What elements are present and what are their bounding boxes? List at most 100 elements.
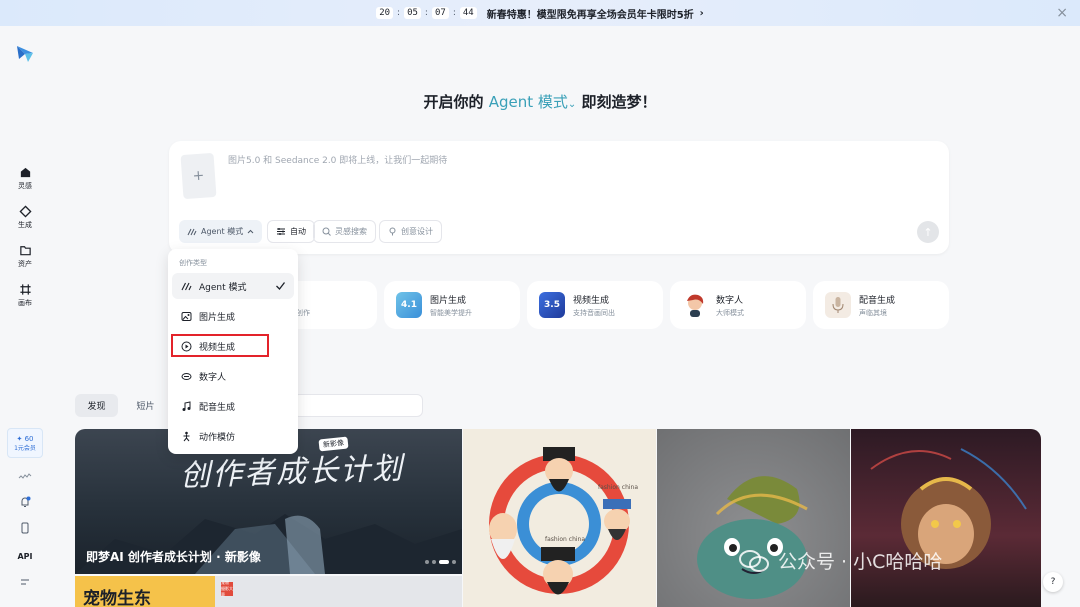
gallery-card-creature[interactable] [657,429,850,607]
promo-banner[interactable]: 20 : 05 : 07 : 44 新春特惠！模型限免再享全场会员年卡限时5折 … [0,0,1080,26]
sidebar-item-label: 画布 [18,299,32,307]
image-icon [181,311,192,321]
tab-discover[interactable]: 发现 [75,394,118,417]
sidebar-item-label: 生成 [18,221,32,229]
menu-icon[interactable] [17,575,33,589]
design-label: 创意设计 [401,227,433,236]
agent-icon [181,282,192,290]
sliders-icon [277,228,285,235]
feature-card-sub: 大师模式 [716,308,744,317]
sidebar-item-assets[interactable]: 资产 [5,244,45,269]
agent-mode-label: Agent 模式 [201,227,244,236]
countdown-hours: 20 [376,7,394,19]
upload-reference-button[interactable]: + [180,152,217,200]
menu-item-image-generation[interactable]: 图片生成 [172,303,294,329]
sidebar-item-label: 资产 [18,260,32,268]
sidebar: 灵感 生成 资产 画布 ✦ 60 1元会员 API [0,26,50,607]
headline-mode-selector[interactable]: Agent 模式 [489,93,568,111]
music-icon [182,400,191,411]
canvas-icon [19,284,31,295]
menu-item-label: Agent 模式 [199,282,247,293]
home-icon [20,167,30,178]
sidebar-item-inspiration[interactable]: 灵感 [5,166,45,191]
menu-header: 创作类型 [179,259,207,267]
feature-card-sub: 创作 [296,309,310,317]
watermark-text: 公众号 · 小C哈哈哈 [778,551,943,573]
countdown-seconds: 07 [431,7,449,19]
avatar-thumbnail [682,292,708,318]
carousel-dots[interactable] [425,560,456,564]
phone-icon[interactable] [17,521,33,535]
sidebar-item-generate[interactable]: 生成 [5,205,45,230]
countdown-separator: : [397,8,401,18]
watermark: 公众号 · 小C哈哈哈 [738,547,942,574]
pin-icon [389,227,396,236]
countdown-minutes: 05 [404,7,421,19]
inspiration-search-button[interactable]: 灵感搜索 [313,220,376,243]
credit-label: 1元会员 [14,444,36,452]
fashion-caption: fashion china [545,536,586,543]
feature-card-voice[interactable]: 配音生成 声临其境 [813,281,949,329]
menu-item-label: 配音生成 [199,402,236,413]
arrow-up-icon: ↑ [923,225,933,239]
feature-card-image[interactable]: 4.1 图片生成智能美学提升 [384,281,520,329]
chevron-down-icon[interactable]: ⌄ [568,99,576,110]
credit-badge[interactable]: ✦ 60 1元会员 [7,428,43,458]
help-button[interactable]: ? [1043,572,1063,592]
feature-card-title: 图片生成 [430,295,467,306]
gallery-card-pet-contest[interactable]: 宠物生东 宠物 摄影大赛 [75,576,462,607]
api-link[interactable]: API [17,549,33,563]
page-headline: 开启你的 Agent 模式⌄ 即刻造梦！ [0,91,1080,112]
bell-icon[interactable] [17,495,33,509]
gallery-search-input[interactable] [293,394,423,417]
agent-mode-button[interactable]: Agent 模式 [179,220,263,243]
highlight-box [171,334,269,357]
menu-item-label: 数字人 [199,372,227,383]
microphone-icon [825,292,851,318]
menu-item-digital-human[interactable]: 数字人 [172,363,294,389]
video-model-badge: 3.5 [539,292,565,318]
chevron-right-icon: › [699,7,704,19]
menu-item-voice-generation[interactable]: 配音生成 [172,393,294,419]
gallery-card-fashion[interactable]: fashion china fashion china [463,429,656,607]
sidebar-item-canvas[interactable]: 画布 [5,283,45,308]
feature-card-title: 配音生成 [859,295,896,306]
signal-icon[interactable] [17,469,33,483]
banner-text[interactable]: 新春特惠！模型限免再享全场会员年卡限时5折 [487,6,694,21]
auto-button[interactable]: 自动 [267,220,315,243]
avatar-icon [181,372,192,380]
logo-icon[interactable] [14,42,36,64]
image-model-badge: 4.1 [396,292,422,318]
tab-short-film[interactable]: 短片 [128,394,163,417]
menu-item-motion-imitation[interactable]: 动作模仿 [172,423,294,449]
headline-prefix: 开启你的 [423,93,484,111]
feature-card-title: 数字人 [716,295,744,306]
wechat-icon [739,549,769,572]
prompt-card: + 图片5.0 和 Seedance 2.0 即将上线，让我们一起期待 Agen… [169,141,949,254]
motion-icon [183,431,190,441]
close-icon[interactable]: × [1056,5,1068,21]
pet-contest-title: 宠物生东 [83,589,151,607]
creative-design-button[interactable]: 创意设计 [379,220,442,243]
feature-card-video[interactable]: 3.5 视频生成支持音画同出 [527,281,663,329]
plus-icon: + [192,167,205,185]
menu-item-label: 图片生成 [199,312,236,323]
credit-value: ✦ 60 [16,434,34,443]
feature-card-avatar[interactable]: 数字人 大师模式 [670,281,806,329]
feature-card-title: 视频生成 [573,295,610,306]
auto-label: 自动 [290,227,306,236]
prompt-input[interactable]: 图片5.0 和 Seedance 2.0 即将上线，让我们一起期待 [228,153,447,166]
diamond-icon [18,205,32,218]
chevron-up-icon [247,229,254,234]
menu-item-label: 动作模仿 [199,432,236,443]
menu-item-agent-mode[interactable]: Agent 模式 [172,273,294,299]
send-button[interactable]: ↑ [917,221,939,243]
feature-card-sub: 智能美学提升 [430,308,472,317]
fashion-caption: fashion china [598,484,639,491]
headline-suffix: 即刻造梦！ [581,93,657,111]
countdown-separator: : [424,8,428,18]
gallery-card-monkey-king[interactable] [851,429,1041,607]
feature-card-sub: 支持音画同出 [573,308,615,317]
gallery-grid: 创作者成长计划 新影像 即梦AI 创作者成长计划 · 新影像 宠物生东 宠物 摄… [75,429,1041,607]
folder-icon [19,246,31,256]
